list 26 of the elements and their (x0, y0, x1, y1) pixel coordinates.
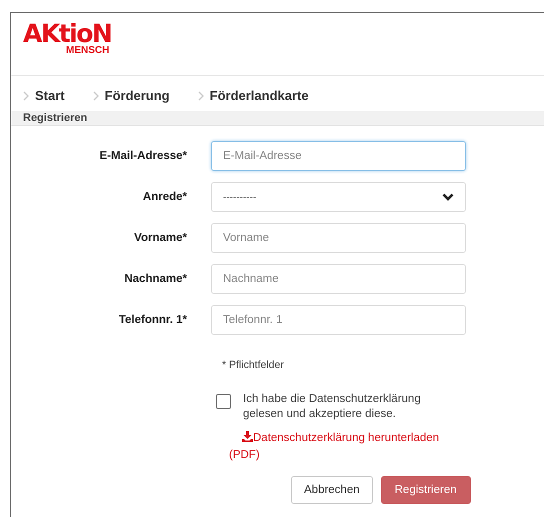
breadcrumb-link[interactable]: Start (35, 88, 65, 103)
field-label: Anrede* (142, 191, 187, 203)
input-field[interactable]: Vorname (211, 223, 466, 253)
checkbox[interactable] (216, 394, 231, 409)
input-field[interactable]: E-Mail-Adresse (211, 141, 466, 171)
logo[interactable]: AKtioN MENSCH (23, 23, 112, 56)
field-label: Nachname* (123, 273, 187, 285)
consent-text: Ich habe die Datenschutzerklärung gelesen und akzeptiere diese. (243, 392, 422, 422)
download-icon (242, 431, 253, 442)
input-field[interactable]: Telefonnr. 1 (211, 305, 466, 335)
breadcrumb-link[interactable]: Förderung (104, 88, 170, 103)
select-field[interactable]: ---------- (211, 182, 466, 212)
field-label: Telefonnr. 1* (118, 314, 187, 326)
required-note: * Pflichtfelder (222, 359, 285, 371)
cancel-button[interactable]: Abbrechen (291, 476, 373, 504)
field-label: Vorname* (133, 232, 187, 244)
download-link[interactable]: Datenschutzerklärung herunterladen (PDF) (229, 430, 464, 464)
chevron-icon (198, 90, 204, 100)
breadcrumb-link[interactable]: Förderlandkarte (210, 88, 309, 103)
caret-icon (442, 193, 454, 201)
chevron-icon (92, 90, 99, 100)
field-label: E-Mail-Adresse* (98, 150, 187, 162)
input-field[interactable]: Nachname (211, 264, 466, 294)
register-button[interactable]: Registrieren (380, 476, 471, 504)
section-title: Registrieren (23, 111, 88, 125)
chevron-icon (23, 90, 29, 100)
